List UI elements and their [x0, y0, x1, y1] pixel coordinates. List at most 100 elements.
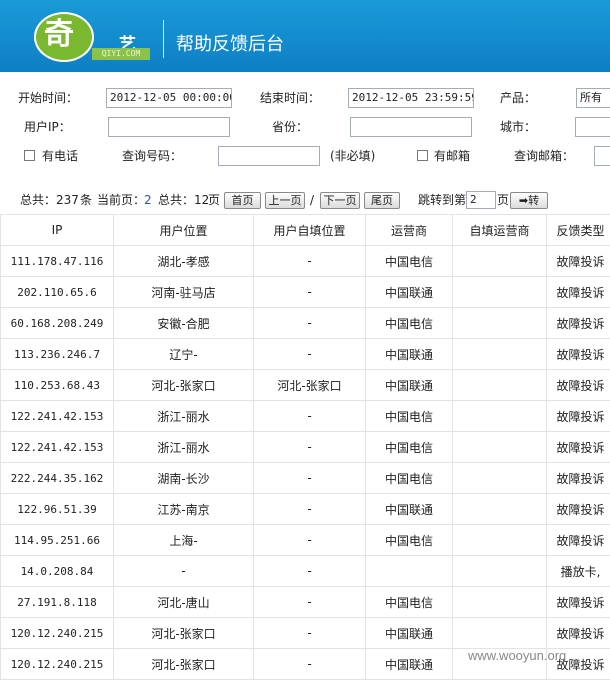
jump-page-input[interactable]: 2 — [466, 191, 496, 209]
table-row[interactable]: 120.12.240.215河北-张家口-中国联通故障投诉 — [1, 618, 610, 649]
page-count-prefix: 总共： — [158, 190, 194, 210]
query-number-input[interactable] — [218, 146, 320, 166]
qiyi-logo[interactable]: 奇 艺 QIYI.COM — [34, 12, 152, 64]
table-row[interactable]: 14.0.208.84--播放卡, — [1, 556, 610, 587]
table-cell — [453, 370, 547, 401]
table-row[interactable]: 111.178.47.116湖北-孝感-中国电信故障投诉 — [1, 246, 610, 277]
table-cell: 14.0.208.84 — [1, 556, 114, 587]
table-cell: - — [114, 556, 254, 587]
prev-page-button[interactable]: 上一页 — [265, 192, 305, 209]
table-cell: - — [254, 587, 366, 618]
table-row[interactable]: 114.95.251.66上海--中国电信故障投诉 — [1, 525, 610, 556]
end-time-input[interactable]: 2012-12-05 23:59:59 — [348, 88, 474, 108]
app-header: 奇 艺 QIYI.COM 帮助反馈后台 — [0, 0, 610, 72]
table-row[interactable]: 122.96.51.39江苏-南京-中国联通故障投诉 — [1, 494, 610, 525]
has-email-label: 有邮箱 — [434, 142, 470, 170]
table-cell — [453, 339, 547, 370]
table-cell — [453, 587, 547, 618]
table-body: 111.178.47.116湖北-孝感-中国电信故障投诉202.110.65.6… — [1, 246, 610, 680]
table-cell: - — [254, 401, 366, 432]
header-divider — [163, 20, 164, 58]
table-cell: 河北-张家口 — [114, 649, 254, 680]
table-row[interactable]: 113.236.246.7辽宁--中国联通故障投诉 — [1, 339, 610, 370]
table-cell — [453, 277, 547, 308]
table-row[interactable]: 202.110.65.6河南-驻马店-中国联通故障投诉 — [1, 277, 610, 308]
table-cell: 中国联通 — [366, 277, 453, 308]
table-cell: 中国联通 — [366, 494, 453, 525]
column-header: IP — [1, 215, 114, 246]
table-row[interactable]: 27.191.8.118河北-唐山-中国电信故障投诉 — [1, 587, 610, 618]
table-cell: - — [254, 556, 366, 587]
table-cell: 故障投诉 — [547, 432, 610, 463]
table-row[interactable]: 110.253.68.43河北-张家口河北-张家口中国联通故障投诉 — [1, 370, 610, 401]
table-cell: - — [254, 494, 366, 525]
table-row[interactable]: 60.168.208.249安徽-合肥-中国电信故障投诉 — [1, 308, 610, 339]
user-ip-input[interactable] — [108, 117, 230, 137]
start-time-input[interactable]: 2012-12-05 00:00:00 — [106, 88, 232, 108]
table-cell: 故障投诉 — [547, 370, 610, 401]
table-row[interactable]: 122.241.42.153浙江-丽水-中国电信故障投诉 — [1, 432, 610, 463]
query-number-label: 查询号码： — [122, 142, 182, 170]
current-page-prefix: 当前页： — [97, 190, 145, 210]
table-cell: - — [254, 339, 366, 370]
province-input[interactable] — [350, 117, 472, 137]
query-email-label: 查询邮箱： — [514, 142, 574, 170]
column-header: 运营商 — [366, 215, 453, 246]
user-ip-label: 用户IP： — [24, 113, 71, 141]
table-cell: 113.236.246.7 — [1, 339, 114, 370]
current-page-number: 2 — [144, 190, 152, 210]
table-cell: 辽宁- — [114, 339, 254, 370]
filter-row-contact: 有电话 查询号码： (非必填) 有邮箱 查询邮箱： — [0, 142, 610, 170]
next-page-button[interactable]: 下一页 — [320, 192, 360, 209]
table-cell — [453, 494, 547, 525]
has-email-checkbox[interactable] — [417, 150, 428, 161]
table-cell: 120.12.240.215 — [1, 649, 114, 680]
pager-separator: / — [310, 190, 314, 210]
table-cell: 222.244.35.162 — [1, 463, 114, 494]
last-page-button[interactable]: 尾页 — [364, 192, 400, 209]
table-cell — [453, 246, 547, 277]
table-cell — [453, 308, 547, 339]
table-cell: - — [254, 308, 366, 339]
pagination-bar: 总共： 237 条 当前页： 2 总共： 12 页 首页 上一页 / 下一页 尾… — [0, 190, 610, 212]
total-count: 237 — [56, 190, 79, 210]
table-cell: - — [254, 246, 366, 277]
table-cell — [453, 556, 547, 587]
go-button[interactable]: ➡转 — [510, 192, 548, 209]
table-cell: 上海- — [114, 525, 254, 556]
has-phone-checkbox[interactable] — [24, 150, 35, 161]
table-cell: 中国电信 — [366, 432, 453, 463]
table-cell: 120.12.240.215 — [1, 618, 114, 649]
table-cell: 中国电信 — [366, 587, 453, 618]
column-header: 用户自填位置 — [254, 215, 366, 246]
jump-label: 跳转到第 — [418, 190, 466, 210]
province-label: 省份： — [272, 113, 308, 141]
logo-main-glyph: 奇 — [44, 18, 74, 52]
table-cell: 河北-唐山 — [114, 587, 254, 618]
has-phone-label: 有电话 — [42, 142, 78, 170]
table-cell: 浙江-丽水 — [114, 432, 254, 463]
table-cell: 河北-张家口 — [114, 618, 254, 649]
table-cell — [453, 401, 547, 432]
query-email-input[interactable] — [594, 146, 610, 166]
table-cell: 安徽-合肥 — [114, 308, 254, 339]
table-cell — [453, 525, 547, 556]
table-cell: 播放卡, — [547, 556, 610, 587]
table-row[interactable]: 222.244.35.162湖南-长沙-中国电信故障投诉 — [1, 463, 610, 494]
city-input[interactable] — [575, 117, 610, 137]
table-cell: 故障投诉 — [547, 246, 610, 277]
table-cell: 中国联通 — [366, 649, 453, 680]
total-unit: 条 — [80, 190, 92, 210]
table-cell: 202.110.65.6 — [1, 277, 114, 308]
filter-row-time: 开始时间： 2012-12-05 00:00:00 结束时间： 2012-12-… — [0, 84, 610, 112]
filter-row-location: 用户IP： 省份： 城市： — [0, 113, 610, 141]
table-cell: 中国电信 — [366, 401, 453, 432]
column-header: 反馈类型 — [547, 215, 610, 246]
table-row[interactable]: 122.241.42.153浙江-丽水-中国电信故障投诉 — [1, 401, 610, 432]
first-page-button[interactable]: 首页 — [224, 192, 261, 209]
column-header: 用户位置 — [114, 215, 254, 246]
table-cell: 江苏-南京 — [114, 494, 254, 525]
table-cell: 中国电信 — [366, 463, 453, 494]
table-cell: - — [254, 525, 366, 556]
product-select[interactable]: 所有 — [576, 88, 610, 108]
